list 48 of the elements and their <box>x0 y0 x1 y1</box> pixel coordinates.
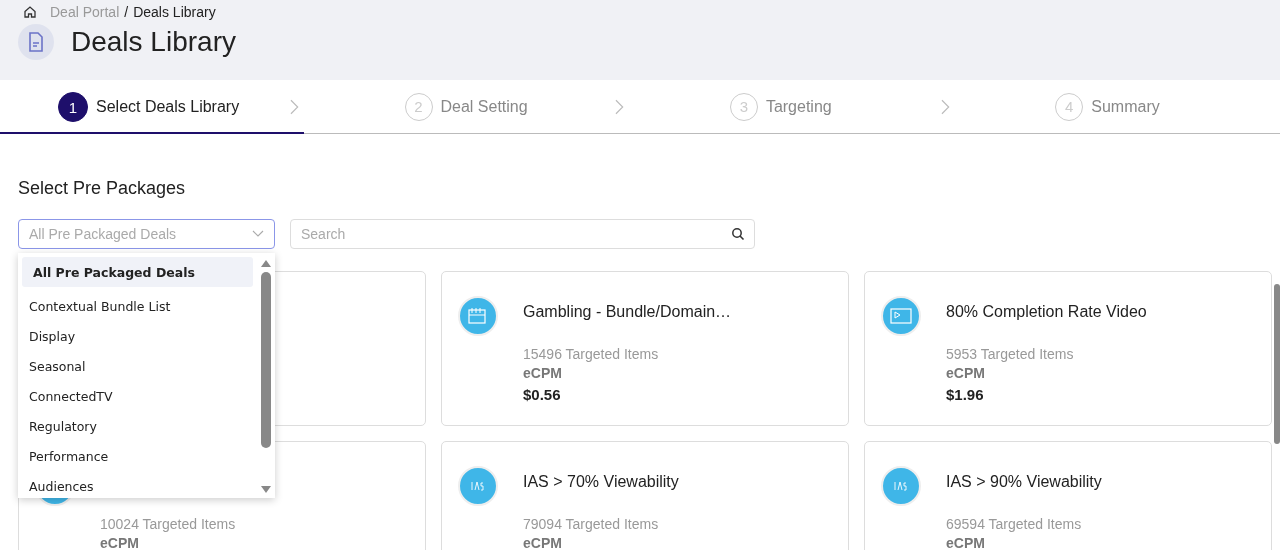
deal-card[interactable]: IAS > 70% Viewability 79094 Targeted Items eCPM <box>441 441 849 550</box>
scroll-up-icon[interactable] <box>260 259 272 268</box>
video-icon <box>881 296 921 336</box>
chevron-right-icon <box>615 98 625 115</box>
deal-card[interactable]: IAS > 90% Viewability 69594 Targeted Items eCPM <box>864 441 1272 550</box>
dropdown-option[interactable]: ConnectedTV <box>22 381 253 411</box>
metric-label: eCPM <box>946 535 986 550</box>
dropdown-option[interactable]: Seasonal <box>22 351 253 381</box>
search-field[interactable]: Search <box>290 219 755 249</box>
targeted-items-count: 10024 Targeted Items <box>100 516 236 532</box>
home-icon[interactable] <box>23 5 37 19</box>
targeted-items-count: 5953 Targeted Items <box>946 346 1075 362</box>
scrollbar-thumb[interactable] <box>261 272 271 448</box>
targeted-items-count: 15496 Targeted Items <box>523 346 660 362</box>
search-icon <box>731 227 745 241</box>
dropdown-option[interactable]: All Pre Packaged Deals <box>22 257 253 287</box>
scroll-down-icon[interactable] <box>260 485 272 494</box>
dropdown-option[interactable]: Display <box>22 321 253 351</box>
chevron-down-icon <box>252 230 264 238</box>
deal-title: 80% Completion Rate Video <box>946 303 1147 322</box>
ias-badge-icon <box>881 466 921 506</box>
page-scrollbar[interactable] <box>1274 284 1280 444</box>
dropdown-option[interactable]: Contextual Bundle List <box>22 291 253 321</box>
price-value: $1.96 <box>946 386 985 403</box>
metric-label: eCPM <box>100 535 140 550</box>
calendar-icon <box>458 296 498 336</box>
metric-label: eCPM <box>946 365 986 381</box>
deal-title: Gambling - Bundle/Domain… <box>523 303 732 322</box>
section-title: Select Pre Packages <box>18 178 187 199</box>
metric-label: eCPM <box>523 365 563 381</box>
document-icon <box>18 24 54 60</box>
metric-label: eCPM <box>523 535 563 550</box>
deal-card[interactable]: Gambling - Bundle/Domain… 15496 Targeted Items eCPM $0.56 <box>441 271 849 426</box>
dropdown-option[interactable]: Regulatory <box>22 411 253 441</box>
targeted-items-count: 69594 Targeted Items <box>946 516 1083 532</box>
dropdown-option[interactable]: Audiences <box>22 471 253 498</box>
price-value: $0.56 <box>523 386 562 403</box>
chevron-right-icon <box>940 98 951 115</box>
step-tab[interactable]: 1 Select Deals Library <box>0 80 304 134</box>
chevron-right-icon <box>289 98 300 115</box>
targeted-items-count: 79094 Targeted Items <box>523 516 660 532</box>
page-title: Deals Library <box>71 26 236 58</box>
deal-title: IAS > 70% Viewability <box>523 473 679 492</box>
deal-card[interactable]: 80% Completion Rate Video 5953 Targeted Items eCPM $1.96 <box>864 271 1272 426</box>
dropdown-option[interactable]: Performance <box>22 441 253 471</box>
ias-badge-icon <box>458 466 498 506</box>
deal-title: IAS > 90% Viewability <box>946 473 1102 492</box>
breadcrumb-separator: / <box>124 4 129 20</box>
